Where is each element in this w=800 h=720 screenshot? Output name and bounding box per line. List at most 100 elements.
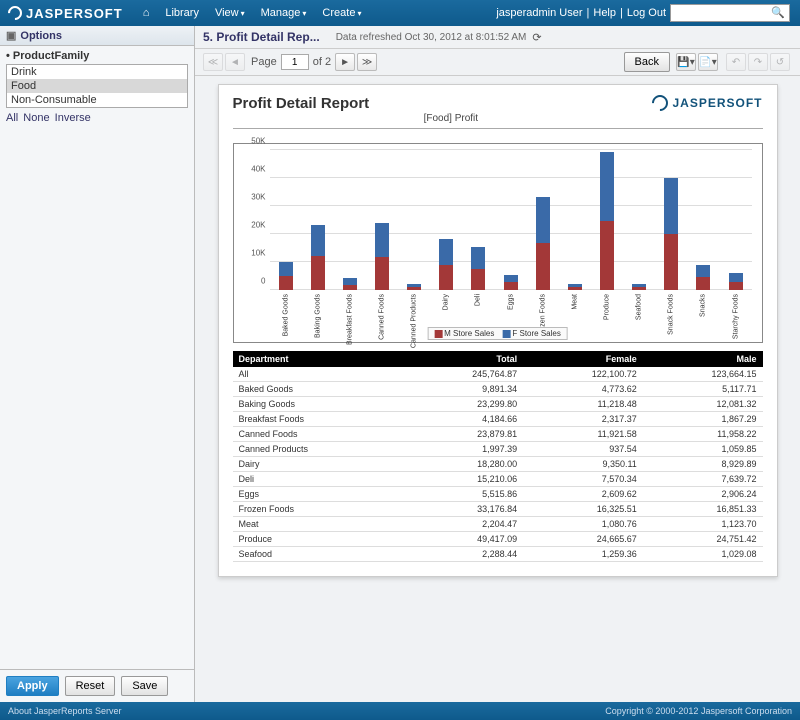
page-input[interactable] bbox=[281, 54, 309, 70]
search-input[interactable] bbox=[671, 5, 771, 21]
report-toolbar: ≪ ◄ Page of 2 ► ≫ Back 💾▾ 📄▾ ↶ ↷ ↺ bbox=[195, 49, 800, 76]
category-label: Canned Products bbox=[411, 294, 418, 348]
table-row: Baking Goods23,299.8011,218.4812,081.32 bbox=[233, 397, 763, 412]
list-item[interactable]: Non-Consumable bbox=[7, 93, 187, 107]
options-header[interactable]: ▣Options bbox=[0, 26, 194, 46]
table-row: Canned Products1,997.39937.541,059.85 bbox=[233, 442, 763, 457]
table-row: Canned Foods23,879.8111,921.5811,958.22 bbox=[233, 427, 763, 442]
legend-f[interactable]: F Store Sales bbox=[502, 329, 560, 338]
brand: JASPERSOFT bbox=[8, 6, 123, 21]
bar-column[interactable]: Breakfast Foods bbox=[334, 150, 366, 290]
page-label: Page bbox=[251, 56, 277, 68]
sidebar: ▣Options • ProductFamily DrinkFoodNon-Co… bbox=[0, 26, 195, 702]
category-label: Baked Goods bbox=[282, 294, 289, 336]
col-male: Male bbox=[643, 351, 763, 367]
save-icon[interactable]: 💾▾ bbox=[676, 53, 696, 71]
brand-icon bbox=[5, 3, 25, 23]
category-label: Baking Goods bbox=[314, 294, 321, 338]
category-label: Meat bbox=[571, 294, 578, 310]
chart-legend: M Store Sales F Store Sales bbox=[427, 327, 568, 340]
bar-column[interactable]: Snack Foods bbox=[655, 150, 687, 290]
bar-icon bbox=[502, 330, 510, 338]
bar-column[interactable]: Baking Goods bbox=[302, 150, 334, 290]
list-item[interactable]: Drink bbox=[7, 65, 187, 79]
search-box: 🔍 bbox=[670, 4, 790, 22]
list-item[interactable]: Food bbox=[7, 79, 187, 93]
table-row: Eggs5,515.862,609.622,906.24 bbox=[233, 487, 763, 502]
report-heading: Profit Detail Report bbox=[233, 95, 370, 112]
profit-chart: 010K20K30K40K50KBaked GoodsBaking GoodsB… bbox=[233, 143, 763, 343]
redo-icon[interactable]: ↷ bbox=[748, 53, 768, 71]
export-icon[interactable]: 📄▾ bbox=[698, 53, 718, 71]
category-label: Starchy Foods bbox=[732, 294, 739, 339]
nav-create[interactable]: Create bbox=[322, 7, 361, 19]
table-row: Meat2,204.471,080.761,123.70 bbox=[233, 517, 763, 532]
productfamily-list: DrinkFoodNon-Consumable bbox=[6, 64, 188, 108]
report-logo: JASPERSOFT bbox=[652, 95, 762, 111]
legend-m[interactable]: M Store Sales bbox=[434, 329, 494, 338]
top-nav: JASPERSOFT ⌂ Library View Manage Create … bbox=[0, 0, 800, 26]
bar-column[interactable]: Canned Foods bbox=[366, 150, 398, 290]
user-label[interactable]: jasperadmin User bbox=[496, 7, 582, 19]
save-button[interactable]: Save bbox=[121, 676, 168, 696]
select-none[interactable]: None bbox=[23, 112, 49, 124]
nav-view[interactable]: View bbox=[215, 7, 245, 19]
selection-links: All None Inverse bbox=[6, 112, 188, 124]
logout-link[interactable]: Log Out bbox=[627, 7, 666, 19]
bar-column[interactable]: Baked Goods bbox=[270, 150, 302, 290]
bar-column[interactable]: Starchy Foods bbox=[719, 150, 751, 290]
report-subtitle: [Food] Profit bbox=[249, 113, 652, 124]
copyright: Copyright © 2000-2012 Jaspersoft Corpora… bbox=[605, 706, 792, 716]
profit-table: Department Total Female Male All245,764.… bbox=[233, 351, 763, 562]
apply-button[interactable]: Apply bbox=[6, 676, 59, 696]
category-label: Snack Foods bbox=[668, 294, 675, 335]
collapse-icon[interactable]: ▣ bbox=[6, 29, 16, 42]
nav-library[interactable]: Library bbox=[165, 7, 199, 19]
table-row: Breakfast Foods4,184.662,317.371,867.29 bbox=[233, 412, 763, 427]
back-button[interactable]: Back bbox=[624, 52, 670, 72]
report-title: 5. Profit Detail Rep... bbox=[203, 30, 320, 44]
table-row: Dairy18,280.009,350.118,929.89 bbox=[233, 457, 763, 472]
help-link[interactable]: Help bbox=[593, 7, 616, 19]
logo-icon bbox=[649, 92, 672, 115]
bar-column[interactable]: Canned Products bbox=[398, 150, 430, 290]
bar-column[interactable]: Dairy bbox=[430, 150, 462, 290]
bar-column[interactable]: Seafood bbox=[623, 150, 655, 290]
bar-column[interactable]: Eggs bbox=[494, 150, 526, 290]
filter-label-productfamily: • ProductFamily bbox=[6, 50, 188, 62]
nav-manage[interactable]: Manage bbox=[261, 7, 307, 19]
table-row: Produce49,417.0924,665.6724,751.42 bbox=[233, 532, 763, 547]
reset-button[interactable]: Reset bbox=[65, 676, 116, 696]
search-icon[interactable]: 🔍 bbox=[771, 6, 785, 19]
refresh-timestamp: Data refreshed Oct 30, 2012 at 8:01:52 A… bbox=[336, 32, 527, 43]
category-label: Canned Foods bbox=[378, 294, 385, 340]
category-label: Produce bbox=[603, 294, 610, 320]
col-total: Total bbox=[404, 351, 524, 367]
home-icon[interactable]: ⌂ bbox=[143, 7, 150, 19]
col-female: Female bbox=[523, 351, 643, 367]
col-department: Department bbox=[233, 351, 404, 367]
bar-column[interactable]: Produce bbox=[591, 150, 623, 290]
about-link[interactable]: About JasperReports Server bbox=[8, 706, 122, 716]
category-label: Breakfast Foods bbox=[346, 294, 353, 345]
table-row: Seafood2,288.441,259.361,029.08 bbox=[233, 547, 763, 562]
table-row: All245,764.87122,100.72123,664.15 bbox=[233, 367, 763, 382]
bar-column[interactable]: Snacks bbox=[687, 150, 719, 290]
bar-column[interactable]: Frozen Foods bbox=[527, 150, 559, 290]
prev-page-button[interactable]: ◄ bbox=[225, 53, 245, 71]
select-inverse[interactable]: Inverse bbox=[55, 112, 91, 124]
undo-icon[interactable]: ↶ bbox=[726, 53, 746, 71]
category-label: Dairy bbox=[443, 294, 450, 310]
category-label: Eggs bbox=[507, 294, 514, 310]
bar-column[interactable]: Meat bbox=[559, 150, 591, 290]
revert-icon[interactable]: ↺ bbox=[770, 53, 790, 71]
last-page-button[interactable]: ≫ bbox=[357, 53, 377, 71]
select-all[interactable]: All bbox=[6, 112, 18, 124]
bar-icon bbox=[434, 330, 442, 338]
bar-column[interactable]: Deli bbox=[462, 150, 494, 290]
footer: About JasperReports Server Copyright © 2… bbox=[0, 702, 800, 720]
first-page-button[interactable]: ≪ bbox=[203, 53, 223, 71]
category-label: Snacks bbox=[700, 294, 707, 317]
refresh-icon[interactable]: ⟳ bbox=[532, 31, 541, 44]
next-page-button[interactable]: ► bbox=[335, 53, 355, 71]
